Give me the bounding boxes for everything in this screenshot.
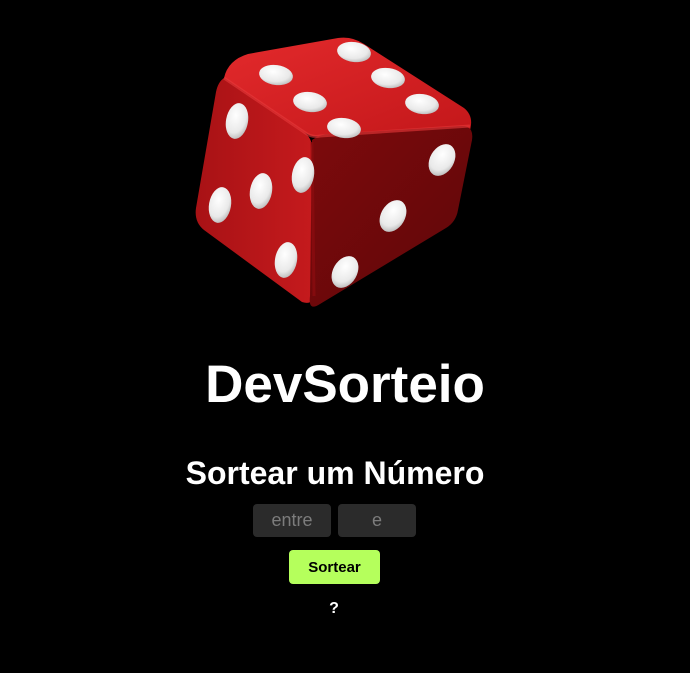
sortear-button[interactable]: Sortear [289,550,380,584]
min-number-input[interactable] [253,504,331,537]
max-number-input[interactable] [338,504,416,537]
page-title: DevSorteio [205,355,485,414]
section-subtitle: Sortear um Número [185,455,485,491]
dice-icon [180,30,490,320]
range-inputs [253,504,416,537]
page: DevSorteio Sortear um Número Sortear ? [0,0,690,673]
help-link[interactable]: ? [0,598,668,620]
